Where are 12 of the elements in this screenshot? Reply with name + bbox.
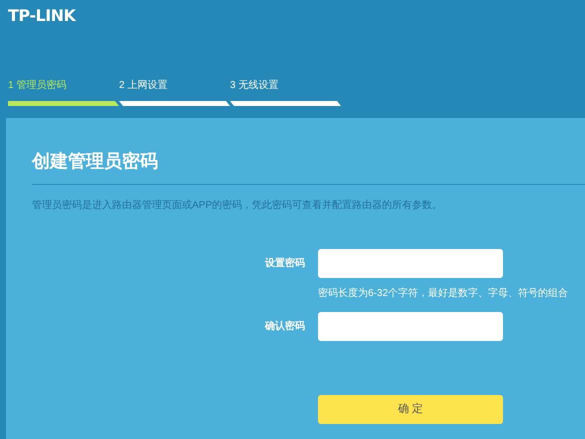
field-label: 确认密码 <box>264 320 305 334</box>
password-field[interactable] <box>318 249 503 278</box>
confirm-button[interactable]: 确 定 <box>318 395 503 424</box>
hint-text: 密码长度为6-32个字符，最好是数字、字母、符号的组合 <box>318 286 570 301</box>
description-text: 管理员密码是进入路由器管理页面或APP的密码，凭此密码可查看并配置路由器的所有参数。 <box>32 198 442 213</box>
step-label: 3 无线设置 <box>230 79 278 93</box>
step-label: 1 管理员密码 <box>8 79 66 93</box>
logo: TP-LINK <box>8 5 76 27</box>
password-field[interactable] <box>318 312 503 341</box>
field-label: 设置密码 <box>264 256 305 271</box>
page-title: 创建管理员密码 <box>32 150 158 173</box>
step-label: 2 上网设置 <box>119 79 168 93</box>
